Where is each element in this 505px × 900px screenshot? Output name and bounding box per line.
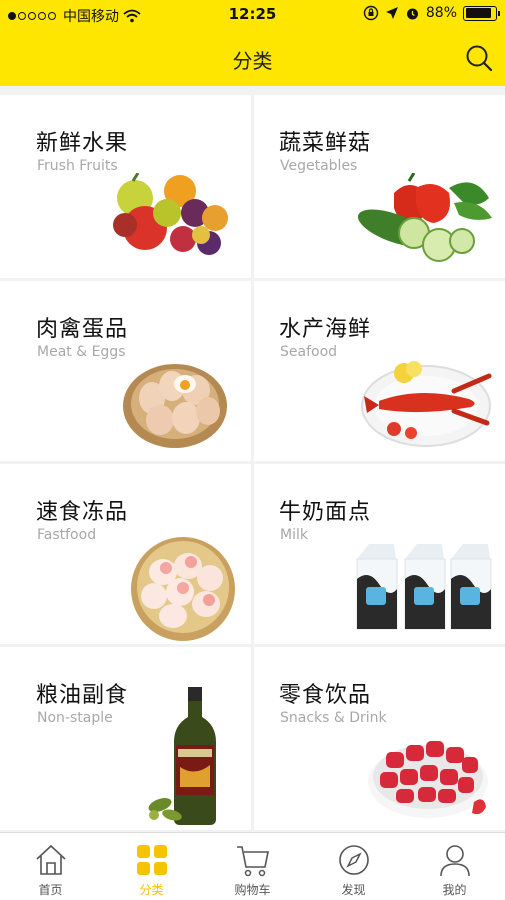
vegetables-image	[357, 173, 492, 262]
tab-label: 购物车	[234, 883, 271, 897]
category-subtitle: Meat & Eggs	[37, 344, 126, 360]
location-icon	[385, 7, 398, 19]
tab-home[interactable]: 首页	[0, 833, 101, 900]
category-subtitle: Seafood	[280, 344, 338, 360]
tab-profile[interactable]: 我的	[404, 833, 505, 900]
battery-percent: 88%	[425, 5, 457, 21]
page-title: 分类	[232, 49, 273, 73]
category-card-seafood[interactable]: 水产海鲜 Seafood	[254, 281, 505, 461]
eggs-basket-image	[123, 364, 227, 448]
category-subtitle: Frush Fruits	[37, 158, 118, 174]
lobster-plate-image	[361, 361, 492, 447]
tab-label: 首页	[38, 883, 63, 897]
category-title: 粮油副食	[36, 683, 129, 708]
category-title: 水产海鲜	[279, 317, 372, 342]
home-icon	[36, 844, 66, 875]
bottom-tab-bar: 首页 分类 购物车 发现 我的	[0, 832, 505, 900]
category-card-non-staple[interactable]: 粮油副食 Non-staple	[0, 647, 251, 830]
rotation-lock-icon	[363, 5, 379, 21]
alarm-icon	[406, 8, 418, 19]
category-subtitle: Vegetables	[280, 158, 358, 174]
category-title: 肉禽蛋品	[36, 317, 129, 342]
tab-cart[interactable]: 购物车	[202, 833, 303, 900]
oil-bottle-image	[148, 687, 216, 825]
tab-label: 我的	[442, 883, 467, 897]
milk-cartons-image	[356, 544, 492, 630]
status-bar: 中国移动 12:25 88%	[0, 0, 505, 30]
category-title: 零食饮品	[279, 683, 372, 708]
tab-label: 分类	[139, 883, 164, 897]
tab-label: 发现	[341, 883, 366, 897]
category-subtitle: Fastfood	[37, 527, 97, 543]
category-title: 速食冻品	[36, 500, 129, 525]
tab-discover[interactable]: 发现	[303, 833, 404, 900]
compass-icon	[339, 845, 369, 875]
search-icon[interactable]	[465, 44, 493, 72]
category-card-fresh-fruits[interactable]: 新鲜水果 Frush Fruits	[0, 95, 251, 278]
tab-category[interactable]: 分类	[101, 833, 202, 900]
category-card-snacks-drink[interactable]: 零食饮品 Snacks & Drink	[254, 647, 505, 830]
user-icon	[440, 845, 470, 877]
fruits-image	[113, 173, 228, 255]
grid-icon	[137, 845, 167, 875]
category-card-meat-eggs[interactable]: 肉禽蛋品 Meat & Eggs	[0, 281, 251, 461]
category-subtitle: Snacks & Drink	[280, 710, 387, 726]
cart-icon	[237, 846, 269, 877]
category-title: 蔬菜鲜菇	[279, 131, 372, 156]
category-title: 牛奶面点	[279, 500, 372, 525]
battery-icon	[463, 5, 500, 21]
category-subtitle: Milk	[280, 527, 308, 543]
category-card-milk[interactable]: 牛奶面点 Milk	[254, 464, 505, 644]
category-subtitle: Non-staple	[37, 710, 113, 726]
dried-strawberries-image	[368, 741, 488, 818]
header-bar: 分类	[0, 30, 505, 86]
category-card-vegetables[interactable]: 蔬菜鲜菇 Vegetables	[254, 95, 505, 278]
category-card-fastfood[interactable]: 速食冻品 Fastfood	[0, 464, 251, 644]
peach-buns-image	[131, 537, 235, 641]
category-title: 新鲜水果	[36, 131, 129, 156]
